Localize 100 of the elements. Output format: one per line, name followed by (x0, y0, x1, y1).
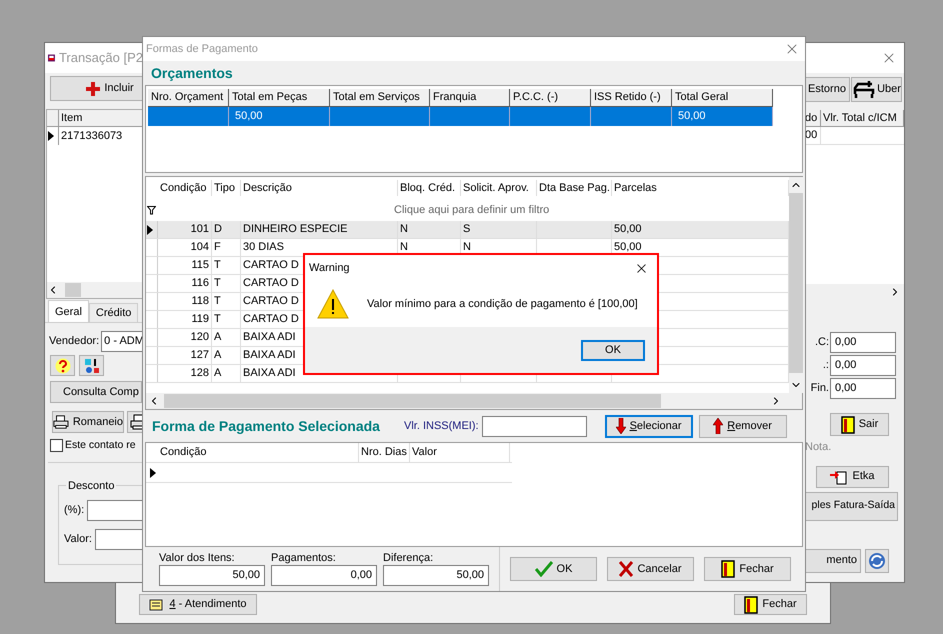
input-field[interactable]: 0,00 (271, 565, 377, 586)
query-button[interactable]: Consulta Comp (50, 381, 142, 403)
section-heading: Forma de Pagamento Selecionada (152, 416, 381, 436)
table-cell-text: CARTAO D (243, 294, 299, 310)
column-header: Franquia (430, 89, 510, 107)
table-cell-text: 119 (191, 312, 209, 328)
ok-button[interactable]: OK (510, 557, 597, 581)
check-icon (534, 561, 553, 577)
table-cell-text: CARTAO D (243, 258, 299, 274)
select-button[interactable]: Selecionar (604, 414, 693, 438)
exit-button[interactable]: Sair (830, 413, 889, 436)
field-label: Valor: (64, 532, 92, 547)
table-cell-text: CARTAO D (243, 312, 299, 328)
table-cell-text: A (214, 330, 222, 346)
window-title: Transação [P2 (58, 49, 143, 68)
table-cell-text: 30 DIAS (243, 240, 284, 256)
table-cell-text: 50,00 (614, 222, 642, 238)
filter-icon[interactable] (147, 206, 156, 214)
field-label: (%): (64, 503, 84, 518)
down-arrow-icon (616, 418, 626, 434)
table-cell-text: T (214, 258, 221, 274)
printer-icon (53, 414, 69, 430)
door-icon (840, 416, 855, 434)
column-header: Item (60, 111, 82, 126)
close-button[interactable]: Fechar (704, 557, 791, 581)
section-heading: Orçamentos (151, 64, 233, 83)
scrollbar-thumb[interactable] (789, 193, 803, 373)
service-button[interactable]: 4 - Atendimento (139, 594, 257, 615)
uber-button[interactable]: Uber (851, 77, 902, 102)
refresh-icon (868, 552, 886, 570)
current-row-icon (47, 131, 55, 141)
refresh-button[interactable] (865, 548, 889, 572)
scrollbar-thumb[interactable] (164, 394, 661, 408)
table-cell-text: 118 (191, 294, 209, 310)
column-header: Valor (410, 443, 510, 462)
input-field[interactable] (87, 500, 143, 521)
door-icon (721, 560, 736, 578)
column-header: P.C.C. (-) (510, 89, 591, 107)
table-cell-text: N (400, 240, 408, 256)
invoice-button[interactable]: ples Fatura-Saída (805, 492, 898, 520)
table-cell-text: 50,00 (235, 109, 263, 124)
input-field[interactable]: 50,00 (159, 565, 265, 586)
field-label: Pagamentos: (271, 552, 337, 565)
table-cell-text: DINHEIRO ESPECIE (243, 222, 348, 238)
table-cell-text: CARTAO D (243, 276, 299, 292)
romaneio-button[interactable]: Romaneio (52, 411, 124, 433)
question-icon (54, 358, 70, 374)
add-button[interactable]: Incluir (50, 76, 143, 101)
input-field[interactable]: 0,00 (830, 332, 896, 353)
field-label: .C: (814, 335, 829, 350)
column-header: ISS Retido (-) (591, 89, 672, 107)
table-cell-text: 104 (190, 240, 209, 256)
seller-label: Vendedor: (49, 334, 100, 350)
up-arrow-icon (713, 418, 724, 434)
input-field[interactable]: 0,00 (830, 378, 896, 399)
help-button[interactable] (50, 355, 75, 376)
table-row[interactable]: 50,00 50,00 (148, 107, 773, 126)
table-cell-text: 101 (190, 222, 209, 238)
warning-icon (317, 289, 349, 319)
table-cell-text: BAIXA ADI (243, 348, 296, 364)
input-field[interactable]: 50,00 (383, 565, 489, 586)
table-cell-text: 116 (191, 276, 209, 292)
table-cell-text: S (463, 222, 470, 238)
filter-hint[interactable]: Clique aqui para definir um filtro (394, 202, 550, 218)
shapes-button[interactable] (79, 355, 104, 376)
checkbox[interactable] (50, 439, 63, 452)
x-mark-icon (619, 561, 634, 577)
field-label: Valor dos Itens: (159, 552, 236, 565)
plus-icon (86, 82, 100, 96)
column-header: Total em Serviços (330, 89, 430, 107)
table-row[interactable]: 101 D DINHEIRO ESPECIE N S 50,00 (146, 221, 789, 239)
close-button[interactable]: Fechar (734, 594, 807, 615)
service-button[interactable]: mento (805, 548, 861, 572)
car-icon (852, 80, 876, 100)
input-field[interactable] (482, 416, 587, 436)
dialog-title: Formas de Pagamento (146, 42, 258, 57)
remove-button[interactable]: Remover (698, 414, 787, 438)
table-cell-text: BAIXA ADI (243, 366, 296, 382)
cancel-button[interactable]: Cancelar (607, 557, 694, 581)
column-header: Vlr. Total c/ICM (821, 110, 904, 126)
table-cell-text: T (214, 312, 221, 328)
column-header: Solicit. Aprov. (461, 180, 537, 196)
reversal-button[interactable]: Estorno (805, 77, 850, 102)
table-row[interactable]: 2171336073 (47, 127, 142, 145)
warning-message: Valor mínimo para a condição de pagamento é [100,00] (367, 296, 638, 312)
column-header: Bloq. Créd. (398, 180, 461, 196)
document-icon (149, 598, 166, 612)
table-cell-text: N (463, 240, 471, 256)
tab[interactable]: Crédito (88, 303, 138, 322)
input-field[interactable]: 0,00 (830, 355, 896, 376)
table-cell-text: F (214, 240, 221, 256)
current-row-icon (146, 224, 154, 234)
scrollbar-thumb[interactable] (65, 283, 81, 297)
tab[interactable]: Geral (48, 300, 89, 322)
column-header: Nro. Dias (359, 443, 410, 462)
field-label: Vlr. INSS(MEI): (404, 418, 479, 434)
table-cell-text: 50,00 (614, 240, 642, 256)
table-cell-text: T (214, 294, 221, 310)
ok-button[interactable]: OK (581, 340, 645, 360)
etka-button[interactable]: Etka (816, 466, 889, 488)
